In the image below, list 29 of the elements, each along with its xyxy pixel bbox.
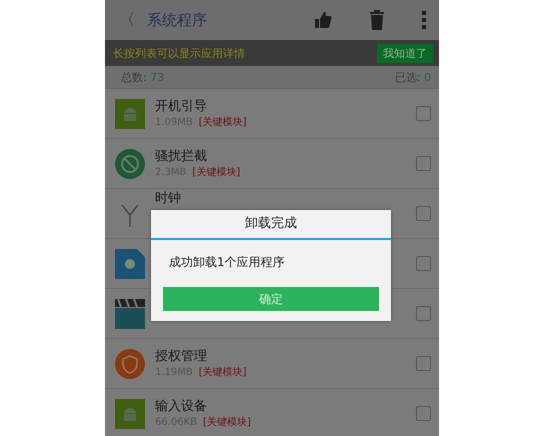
checkbox[interactable] [416, 356, 431, 371]
app-name: 授权管理 [155, 348, 208, 364]
back-button[interactable]: 〈 [119, 10, 141, 30]
checkbox[interactable] [416, 106, 431, 121]
checkbox[interactable] [416, 206, 431, 221]
thumbs-up-icon[interactable] [313, 10, 333, 30]
module-tag: [关键模块] [203, 414, 251, 430]
shield-icon [115, 348, 145, 378]
checkbox[interactable] [416, 306, 431, 321]
module-tag: [关键模块] [198, 364, 247, 380]
menu-icon[interactable] [421, 10, 427, 30]
page-title: 系统程序 [147, 10, 207, 30]
dialog-message: 成功卸载1个应用程序 [168, 254, 286, 271]
app-name: 输入设备 [155, 398, 208, 414]
block-icon [115, 148, 145, 178]
app-name: 开机引导 [155, 98, 208, 114]
got-it-button[interactable]: 我知道了 [377, 44, 433, 62]
checkbox[interactable] [416, 406, 431, 421]
trash-icon[interactable] [369, 9, 385, 31]
checkbox[interactable] [416, 156, 431, 171]
hint-text: 长按列表可以显示应用详情 [113, 46, 245, 60]
module-tag: [关键模块] [198, 114, 247, 130]
dialog-title: 卸载完成 [151, 210, 391, 240]
confirm-button[interactable]: 确定 [163, 287, 379, 311]
app-name: 骚扰拦截 [155, 148, 208, 164]
app-name: 时钟 [155, 190, 182, 207]
module-tag: [关键模块] [192, 164, 240, 180]
checkbox[interactable] [416, 256, 431, 271]
clapperboard-icon [115, 298, 145, 328]
